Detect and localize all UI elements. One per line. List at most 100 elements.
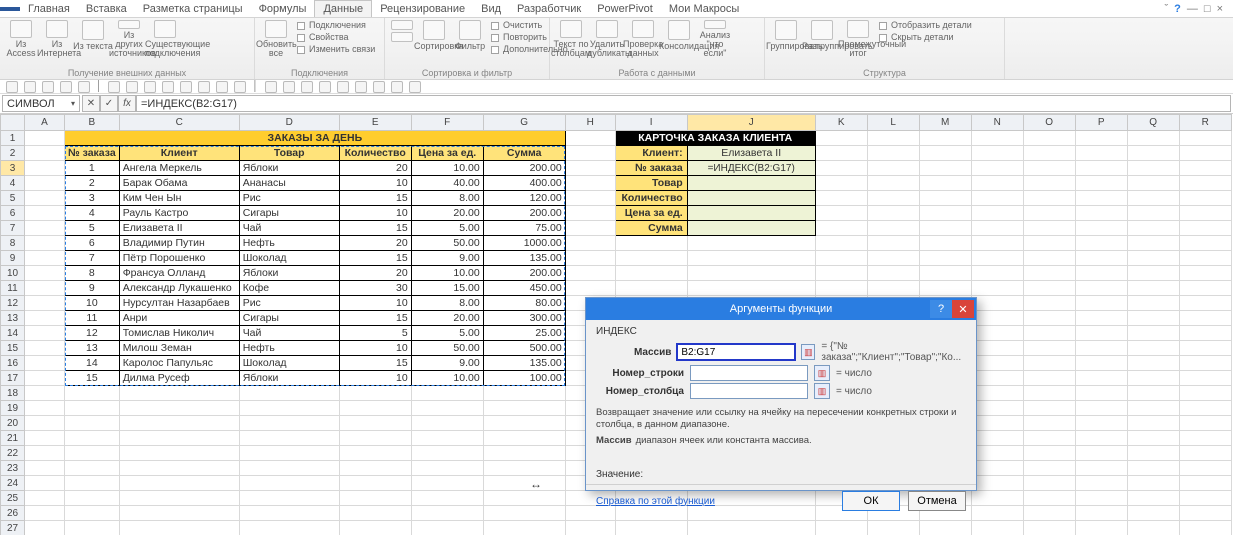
cell-Q1[interactable] <box>1127 131 1179 146</box>
cell-N21[interactable] <box>971 431 1023 446</box>
cell-G22[interactable] <box>483 446 565 461</box>
cell-P27[interactable] <box>1075 521 1127 536</box>
cell-F14[interactable]: 5.00 <box>411 326 483 341</box>
cell-Q17[interactable] <box>1127 371 1179 386</box>
arg-input-rownum[interactable] <box>690 365 808 381</box>
cell-C20[interactable] <box>119 416 239 431</box>
cell-C8[interactable]: Владимир Путин <box>119 236 239 251</box>
cell-F20[interactable] <box>411 416 483 431</box>
cell-E2[interactable]: Количество <box>339 146 411 161</box>
cell-G23[interactable] <box>483 461 565 476</box>
cell-O27[interactable] <box>1023 521 1075 536</box>
cell-R16[interactable] <box>1179 356 1231 371</box>
cell-H8[interactable] <box>565 236 615 251</box>
tab-review[interactable]: Рецензирование <box>372 1 473 17</box>
cell-N15[interactable] <box>971 341 1023 356</box>
confirm-formula-icon[interactable]: ✓ <box>100 95 118 112</box>
cell-F21[interactable] <box>411 431 483 446</box>
cell-O12[interactable] <box>1023 296 1075 311</box>
cell-R2[interactable] <box>1179 146 1231 161</box>
cell-B19[interactable] <box>65 401 120 416</box>
cell-D20[interactable] <box>239 416 339 431</box>
cell-B11[interactable]: 9 <box>65 281 120 296</box>
cell-F6[interactable]: 20.00 <box>411 206 483 221</box>
collapse-dialog-icon[interactable]: ▥ <box>814 365 830 381</box>
cell-C22[interactable] <box>119 446 239 461</box>
cell-O23[interactable] <box>1023 461 1075 476</box>
cell-I4[interactable]: Товар <box>615 176 687 191</box>
cell-O15[interactable] <box>1023 341 1075 356</box>
cell-F25[interactable] <box>411 491 483 506</box>
cell-A26[interactable] <box>25 506 65 521</box>
cell-B1[interactable]: ЗАКАЗЫ ЗА ДЕНЬ <box>65 131 566 146</box>
cell-G11[interactable]: 450.00 <box>483 281 565 296</box>
row-header-6[interactable]: 6 <box>1 206 25 221</box>
cell-B5[interactable]: 3 <box>65 191 120 206</box>
cell-G24[interactable] <box>483 476 565 491</box>
cell-P17[interactable] <box>1075 371 1127 386</box>
cell-A16[interactable] <box>25 356 65 371</box>
btn-edit-links[interactable]: Изменить связи <box>297 44 375 55</box>
cell-R23[interactable] <box>1179 461 1231 476</box>
cell-K6[interactable] <box>815 206 867 221</box>
cell-C14[interactable]: Томислав Николич <box>119 326 239 341</box>
btn-from-other[interactable]: Из других источников <box>114 20 144 58</box>
cell-Q7[interactable] <box>1127 221 1179 236</box>
col-header-P[interactable]: P <box>1075 115 1127 131</box>
cell-Q9[interactable] <box>1127 251 1179 266</box>
cell-A7[interactable] <box>25 221 65 236</box>
cell-O16[interactable] <box>1023 356 1075 371</box>
cell-Q10[interactable] <box>1127 266 1179 281</box>
cell-E24[interactable] <box>339 476 411 491</box>
name-box[interactable]: СИМВОЛ ▾ <box>2 95 80 112</box>
cell-Q8[interactable] <box>1127 236 1179 251</box>
cell-E20[interactable] <box>339 416 411 431</box>
cell-C6[interactable]: Рауль Кастро <box>119 206 239 221</box>
window-close-icon[interactable]: × <box>1217 3 1223 15</box>
cell-B20[interactable] <box>65 416 120 431</box>
cell-Q26[interactable] <box>1127 506 1179 521</box>
cell-N9[interactable] <box>971 251 1023 266</box>
cell-L3[interactable] <box>867 161 919 176</box>
cell-J2[interactable]: Елизавета II <box>687 146 815 161</box>
cell-F5[interactable]: 8.00 <box>411 191 483 206</box>
cell-P18[interactable] <box>1075 386 1127 401</box>
cell-N24[interactable] <box>971 476 1023 491</box>
cell-P26[interactable] <box>1075 506 1127 521</box>
cell-E17[interactable]: 10 <box>339 371 411 386</box>
cell-P22[interactable] <box>1075 446 1127 461</box>
window-min-icon[interactable]: — <box>1187 3 1198 15</box>
arg-input-colnum[interactable] <box>690 383 808 399</box>
tab-pagelayout[interactable]: Разметка страницы <box>135 1 251 17</box>
cell-D7[interactable]: Чай <box>239 221 339 236</box>
cell-D17[interactable]: Яблоки <box>239 371 339 386</box>
cell-O8[interactable] <box>1023 236 1075 251</box>
cell-D21[interactable] <box>239 431 339 446</box>
qat-item[interactable] <box>301 81 313 93</box>
cell-E12[interactable]: 10 <box>339 296 411 311</box>
cell-A6[interactable] <box>25 206 65 221</box>
arg-input-array[interactable] <box>677 344 795 360</box>
cell-O14[interactable] <box>1023 326 1075 341</box>
cell-G14[interactable]: 25.00 <box>483 326 565 341</box>
cell-D5[interactable]: Рис <box>239 191 339 206</box>
cell-G10[interactable]: 200.00 <box>483 266 565 281</box>
col-header-K[interactable]: K <box>815 115 867 131</box>
cell-N1[interactable] <box>971 131 1023 146</box>
cell-F27[interactable] <box>411 521 483 536</box>
cell-P2[interactable] <box>1075 146 1127 161</box>
cell-C7[interactable]: Елизавета II <box>119 221 239 236</box>
cell-G8[interactable]: 1000.00 <box>483 236 565 251</box>
cell-Q14[interactable] <box>1127 326 1179 341</box>
cell-I1[interactable]: КАРТОЧКА ЗАКАЗА КЛИЕНТА <box>615 131 815 146</box>
cell-R24[interactable] <box>1179 476 1231 491</box>
cell-B6[interactable]: 4 <box>65 206 120 221</box>
cell-A15[interactable] <box>25 341 65 356</box>
cell-K8[interactable] <box>815 236 867 251</box>
cell-O18[interactable] <box>1023 386 1075 401</box>
row-header-20[interactable]: 20 <box>1 416 25 431</box>
col-header-H[interactable]: H <box>565 115 615 131</box>
row-header-2[interactable]: 2 <box>1 146 25 161</box>
cell-E13[interactable]: 15 <box>339 311 411 326</box>
cell-D6[interactable]: Сигары <box>239 206 339 221</box>
